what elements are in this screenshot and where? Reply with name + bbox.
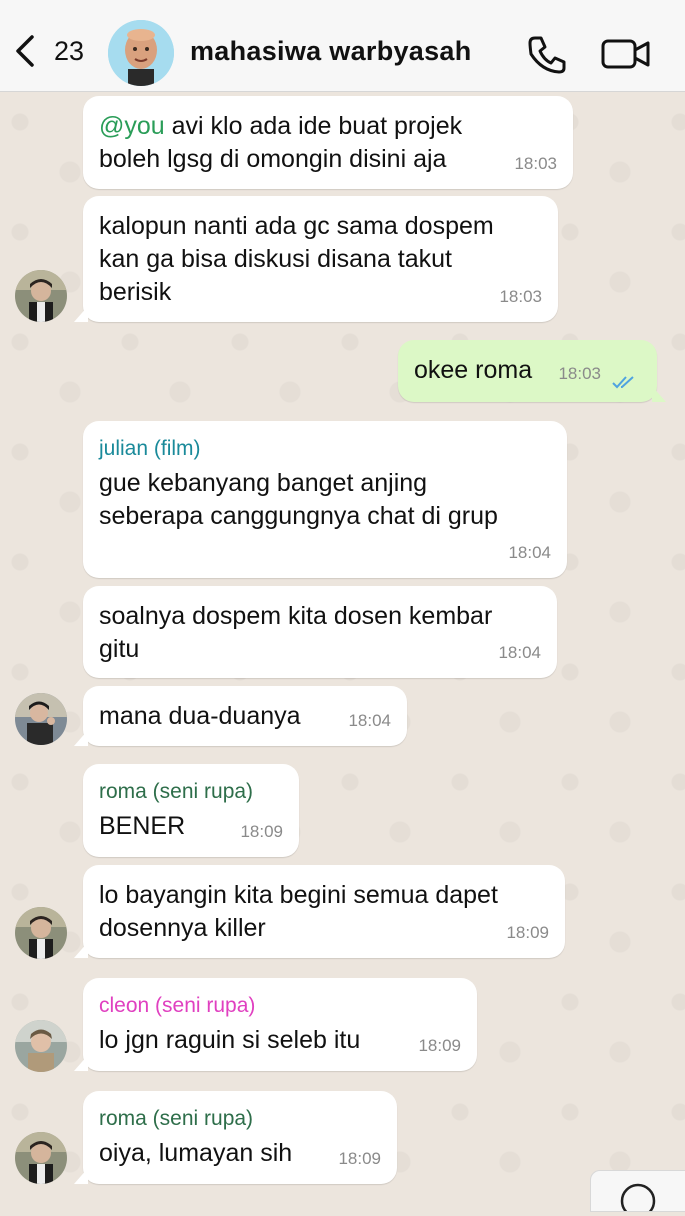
message-text: @you avi klo ada ide buat projek boleh l…: [99, 112, 463, 173]
message-bubble[interactable]: kalopun nanti ada gc sama dospem kan ga …: [74, 196, 558, 322]
sender-name[interactable]: cleon (seni rupa): [99, 992, 461, 1020]
sender-avatar[interactable]: [15, 1132, 67, 1184]
message-bubble[interactable]: julian (film) gue kebanyang banget anjin…: [83, 421, 567, 578]
mention[interactable]: @you: [99, 112, 165, 140]
outgoing-message-bubble[interactable]: okee roma 18:03: [398, 340, 666, 402]
message-bubble[interactable]: @you avi klo ada ide buat projek boleh l…: [83, 96, 573, 189]
message-text: kalopun nanti ada gc sama dospem kan ga …: [99, 212, 494, 306]
message-time: 18:03: [499, 287, 542, 306]
message-bubble[interactable]: roma (seni rupa) BENER 18:09: [83, 764, 299, 857]
sender-name[interactable]: roma (seni rupa): [99, 1105, 381, 1133]
video-call-button[interactable]: [600, 36, 652, 72]
sender-name[interactable]: julian (film): [99, 435, 551, 463]
video-camera-icon: [601, 39, 650, 69]
group-avatar[interactable]: [108, 20, 174, 86]
message-text: mana dua-duanya: [99, 702, 301, 730]
sender-avatar[interactable]: [15, 270, 67, 322]
sender-avatar[interactable]: [15, 907, 67, 959]
message-text: lo bayangin kita begini semua dapet dose…: [99, 881, 498, 942]
message-time: 18:09: [506, 923, 549, 942]
sender-avatar[interactable]: [15, 1020, 67, 1072]
circle-icon: [620, 1183, 656, 1216]
message-bubble[interactable]: soalnya dospem kita dosen kembar gitu 18…: [83, 586, 557, 678]
message-bubble[interactable]: lo bayangin kita begini semua dapet dose…: [74, 865, 565, 958]
message-text: lo jgn raguin si seleb itu: [99, 1026, 361, 1054]
message-time: 18:03: [514, 154, 557, 173]
sender-name[interactable]: roma (seni rupa): [99, 778, 283, 806]
chevron-left-icon: [16, 35, 34, 67]
phone-icon: [528, 36, 566, 74]
scroll-down-button[interactable]: [590, 1170, 685, 1216]
message-time: 18:04: [348, 711, 391, 730]
message-time: 18:09: [338, 1149, 381, 1168]
message-time: 18:09: [418, 1036, 461, 1055]
message-time: 18:09: [240, 822, 283, 841]
group-title[interactable]: mahasiwa warbyasah: [190, 36, 472, 67]
message-bubble[interactable]: roma (seni rupa) oiya, lumayan sih 18:09: [74, 1091, 397, 1184]
unread-count: 23: [54, 36, 85, 66]
message-text: gue kebanyang banget anjing seberapa can…: [99, 469, 498, 530]
voice-call-button[interactable]: [526, 34, 568, 76]
read-ticks-icon: [612, 376, 634, 389]
message-bubble[interactable]: cleon (seni rupa) lo jgn raguin si seleb…: [74, 978, 477, 1071]
message-bubble[interactable]: mana dua-duanya 18:04: [74, 686, 407, 746]
message-time: 18:04: [508, 543, 551, 562]
chat-header: 23 mahasiwa warbyasah: [0, 0, 685, 92]
message-text: soalnya dospem kita dosen kembar gitu: [99, 602, 493, 663]
back-button[interactable]: 23: [12, 30, 92, 70]
sender-avatar[interactable]: [15, 693, 67, 745]
message-text: okee roma: [414, 356, 533, 384]
message-time: 18:03: [558, 364, 601, 383]
message-time: 18:04: [498, 643, 541, 662]
